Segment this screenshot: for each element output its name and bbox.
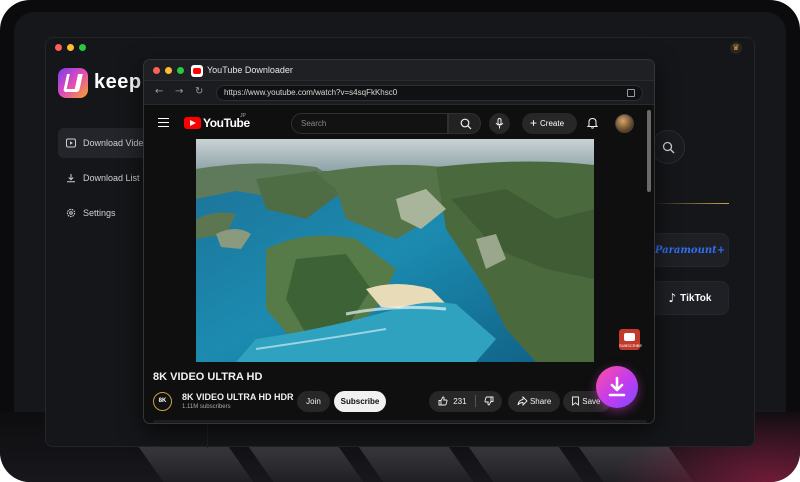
sidebar-item-label: Download Video — [83, 138, 149, 148]
create-label: Create — [540, 119, 565, 128]
device-frame: ♛ keepri Download Video Download List Se… — [0, 0, 800, 482]
subscriber-count: 1.11M subscribers — [182, 404, 231, 410]
download-icon — [67, 174, 75, 183]
channel-watermark[interactable]: SUBSCRIBE — [619, 329, 643, 350]
share-button[interactable]: Share — [508, 391, 560, 412]
video-title: 8K VIDEO ULTRA HD — [153, 371, 263, 383]
back-arrow-icon[interactable]: ← — [155, 86, 163, 98]
sidebar-item-label: Download List — [83, 173, 140, 183]
menu-icon[interactable] — [158, 118, 169, 127]
channel-avatar[interactable]: 8K — [153, 392, 172, 411]
crown-icon[interactable]: ♛ — [730, 42, 742, 54]
plus-icon: + — [530, 116, 538, 130]
search-placeholder: Search — [301, 119, 327, 128]
copy-link-icon[interactable] — [627, 89, 635, 97]
like-count: 231 — [453, 397, 467, 406]
save-label: Save — [582, 397, 601, 406]
download-button[interactable] — [596, 366, 638, 408]
app-search-button[interactable] — [651, 130, 685, 164]
avatar[interactable] — [615, 114, 634, 133]
region-label: JP — [240, 113, 246, 119]
browser-close-button[interactable] — [153, 67, 160, 74]
service-label: TikTok — [680, 292, 712, 304]
download-arrow-icon — [608, 376, 626, 397]
notifications-bell-icon[interactable] — [587, 117, 598, 129]
like-icon[interactable] — [438, 396, 448, 406]
share-icon — [517, 395, 528, 407]
subscribe-button[interactable]: Subscribe — [334, 391, 386, 412]
like-dislike-group: 231 — [429, 391, 502, 412]
channel-name[interactable]: 8K VIDEO ULTRA HD HDR — [182, 392, 294, 402]
play-box-icon — [66, 138, 76, 148]
scrollbar[interactable] — [647, 110, 651, 192]
app-titlebar: ♛ — [46, 38, 754, 58]
channel-watermark-text: SUBSCRIBE — [619, 343, 643, 348]
channel-logo-text: 8K — [158, 398, 167, 404]
search-icon — [662, 141, 675, 154]
browser-minimize-button[interactable] — [165, 67, 172, 74]
video-player[interactable] — [196, 139, 594, 362]
browser-maximize-button[interactable] — [177, 67, 184, 74]
dislike-icon[interactable] — [484, 396, 494, 406]
youtube-favicon-icon — [191, 65, 203, 77]
service-label: Paramount+ — [654, 244, 726, 256]
tiktok-icon: ♪ — [668, 291, 677, 305]
service-card-paramount[interactable]: Paramount+ — [651, 233, 729, 267]
microphone-icon — [495, 118, 504, 129]
youtube-search-input[interactable]: Search — [291, 113, 448, 134]
reload-icon[interactable]: ↻ — [195, 86, 203, 98]
minimize-window-button[interactable] — [67, 44, 74, 51]
forward-arrow-icon[interactable]: → — [175, 86, 183, 98]
join-label: Join — [306, 397, 321, 406]
search-icon — [460, 118, 472, 130]
browser-titlebar: YouTube Downloader — [144, 60, 654, 81]
subscribe-label: Subscribe — [340, 397, 380, 406]
app-logo — [58, 68, 88, 98]
url-field[interactable]: https://www.youtube.com/watch?v=s4sqFkKh… — [216, 85, 643, 101]
gear-icon — [66, 208, 76, 218]
browser-toolbar: ← → ↻ https://www.youtube.com/watch?v=s4… — [144, 81, 654, 105]
divider — [651, 203, 729, 204]
comments-placeholder-bar — [153, 420, 647, 423]
join-button[interactable]: Join — [297, 391, 330, 412]
url-text: https://www.youtube.com/watch?v=s4sqFkKh… — [224, 88, 398, 97]
voice-search-button[interactable] — [489, 113, 510, 134]
divider — [474, 395, 476, 407]
close-window-button[interactable] — [55, 44, 62, 51]
sidebar-item-label: Settings — [83, 208, 116, 218]
bookmark-icon — [572, 396, 579, 406]
share-label: Share — [529, 397, 552, 406]
youtube-search-button[interactable] — [448, 113, 481, 134]
youtube-logo-icon[interactable] — [184, 117, 201, 129]
youtube-header: YouTube JP Search + Create — [144, 105, 654, 141]
browser-title: YouTube Downloader — [207, 65, 293, 75]
youtube-browser-window: YouTube Downloader ← → ↻ https://www.you… — [143, 59, 655, 424]
maximize-window-button[interactable] — [79, 44, 86, 51]
video-thumbnail — [196, 139, 594, 362]
create-button[interactable]: + Create — [522, 113, 577, 134]
service-card-tiktok[interactable]: ♪ TikTok — [651, 281, 729, 315]
